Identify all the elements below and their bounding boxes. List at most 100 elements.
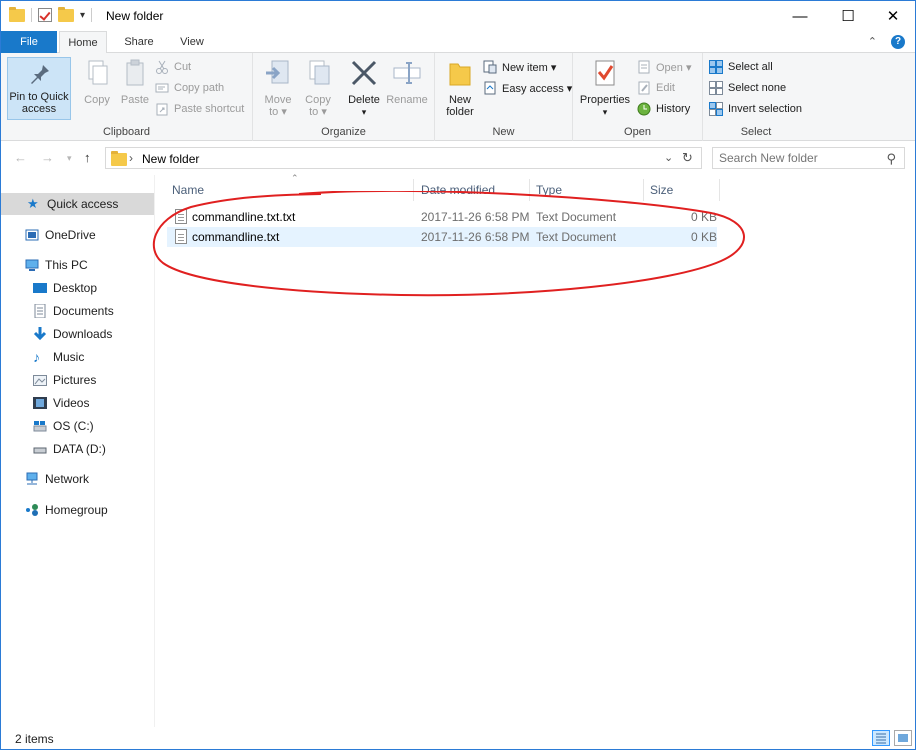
details-view-button[interactable] xyxy=(872,730,890,746)
history-button[interactable]: History xyxy=(637,99,690,119)
copy-to-button[interactable]: Copy to ▾ xyxy=(295,57,341,118)
ribbon: Pin to Quick access Copy Paste Cut Copy … xyxy=(1,53,915,141)
quick-access-toolbar: ▾ xyxy=(9,6,93,22)
address-dropdown-icon[interactable]: ⌄ xyxy=(664,151,673,164)
new-group: New folder New item ▾ Easy access ▾ New xyxy=(435,53,573,141)
help-icon[interactable]: ? xyxy=(891,35,905,49)
nav-music-label: Music xyxy=(53,350,85,364)
address-bar[interactable]: › New folder ⌄ ↻ xyxy=(105,147,702,169)
rename-label: Rename xyxy=(386,94,428,106)
edit-button[interactable]: Edit xyxy=(637,78,675,98)
organize-group-label: Organize xyxy=(321,126,366,138)
move-to-icon xyxy=(262,57,294,89)
file-name: commandline.txt xyxy=(192,230,280,244)
invert-selection-button[interactable]: Invert selection xyxy=(709,99,802,119)
close-button[interactable]: ✕ xyxy=(870,1,916,31)
paste-shortcut-button[interactable]: Paste shortcut xyxy=(155,99,244,119)
organize-group: Move to ▾ Copy to ▾ Delete ▾ Rename Orga… xyxy=(253,53,435,141)
clipboard-group: Pin to Quick access Copy Paste Cut Copy … xyxy=(1,53,253,141)
cut-label: Cut xyxy=(174,61,192,73)
invert-selection-icon xyxy=(709,102,723,116)
tab-view[interactable]: View xyxy=(169,31,215,53)
tab-file[interactable]: File xyxy=(1,31,57,53)
properties-icon xyxy=(589,57,621,89)
nav-quick-access[interactable]: ★ Quick access xyxy=(1,193,154,215)
breadcrumb-new-folder[interactable]: New folder xyxy=(142,152,199,166)
up-arrow-icon[interactable]: ↑ xyxy=(84,150,91,165)
rename-button[interactable]: Rename xyxy=(383,57,431,106)
collapse-ribbon-icon[interactable]: ⌃ xyxy=(868,35,877,49)
new-group-label: New xyxy=(492,126,515,138)
file-size: 0 KB xyxy=(691,230,718,244)
select-group: Select all Select none Invert selection … xyxy=(703,53,809,141)
clipboard-group-label: Clipboard xyxy=(102,126,151,138)
select-all-label: Select all xyxy=(728,61,773,73)
history-icon xyxy=(637,102,651,116)
nav-onedrive[interactable]: OneDrive xyxy=(1,224,154,246)
maximize-button[interactable]: ☐ xyxy=(825,1,871,31)
nav-network[interactable]: Network xyxy=(1,468,154,490)
pin-to-quick-access-button[interactable]: Pin to Quick access xyxy=(7,57,71,120)
toolbar-separator xyxy=(31,8,32,22)
nav-pictures[interactable]: Pictures xyxy=(1,369,154,391)
column-header-name[interactable]: Name xyxy=(166,179,414,201)
file-size: 0 KB xyxy=(691,210,718,224)
easy-access-button[interactable]: Easy access ▾ xyxy=(483,78,572,98)
back-arrow-icon[interactable]: ← xyxy=(14,150,27,165)
properties-button[interactable]: Properties ▾ xyxy=(575,57,635,118)
pin-icon xyxy=(23,62,55,88)
cut-button[interactable]: Cut xyxy=(155,57,191,77)
minimize-button[interactable]: — xyxy=(777,1,823,31)
nav-data-d[interactable]: DATA (D:) xyxy=(1,438,154,460)
delete-x-icon xyxy=(348,57,380,89)
nav-downloads[interactable]: Downloads xyxy=(1,323,154,345)
column-header-date[interactable]: Date modified xyxy=(415,179,530,201)
properties-check-icon[interactable] xyxy=(38,8,52,22)
select-none-button[interactable]: Select none xyxy=(709,78,786,98)
nav-music[interactable]: ♪ Music xyxy=(1,346,154,368)
nav-documents[interactable]: Documents xyxy=(1,300,154,322)
nav-quick-access-label: Quick access xyxy=(47,197,119,211)
breadcrumb-chevron-icon[interactable]: › xyxy=(129,151,133,165)
column-header-type[interactable]: Type xyxy=(530,179,644,201)
address-folder-icon xyxy=(111,151,127,166)
paste-shortcut-icon xyxy=(155,102,169,116)
copy-to-line1: Copy xyxy=(305,94,331,106)
nav-desktop[interactable]: Desktop xyxy=(1,277,154,299)
open-label: Open ▾ xyxy=(656,61,692,74)
text-file-icon xyxy=(175,229,187,244)
tab-home[interactable]: Home xyxy=(59,31,107,54)
nav-os-c-label: OS (C:) xyxy=(53,419,94,433)
history-label: History xyxy=(656,103,691,115)
tab-share[interactable]: Share xyxy=(115,31,163,53)
delete-button[interactable]: Delete ▾ xyxy=(341,57,387,118)
search-input[interactable] xyxy=(719,151,879,165)
copy-path-icon xyxy=(155,81,169,95)
nav-os-c[interactable]: OS (C:) xyxy=(1,415,154,437)
select-all-button[interactable]: Select all xyxy=(709,57,773,77)
customize-toolbar-arrow-icon[interactable]: ▾ xyxy=(80,10,85,21)
new-item-button[interactable]: New item ▾ xyxy=(483,57,556,77)
nav-homegroup[interactable]: Homegroup xyxy=(1,499,154,521)
file-type: Text Document xyxy=(536,230,617,244)
nav-this-pc[interactable]: This PC xyxy=(1,254,154,276)
new-folder-quick-icon[interactable] xyxy=(58,6,74,22)
new-item-icon xyxy=(483,60,497,74)
music-icon: ♪ xyxy=(33,349,40,365)
file-row[interactable]: commandline.txt 2017-11-26 6:58 PM Text … xyxy=(167,227,717,247)
recent-locations-icon[interactable]: ▾ xyxy=(67,153,72,164)
file-date-modified: 2017-11-26 6:58 PM xyxy=(421,230,530,244)
copy-path-button[interactable]: Copy path xyxy=(155,78,224,98)
new-folder-button[interactable]: New folder xyxy=(437,57,483,118)
file-row[interactable]: commandline.txt.txt 2017-11-26 6:58 PM T… xyxy=(167,207,717,227)
refresh-icon[interactable]: ↻ xyxy=(682,150,693,166)
nav-videos[interactable]: Videos xyxy=(1,392,154,414)
large-icons-view-icon xyxy=(898,734,908,742)
toolbar-separator xyxy=(91,8,93,22)
open-button[interactable]: Open ▾ xyxy=(637,57,692,77)
large-icons-view-button[interactable] xyxy=(894,730,912,746)
file-date-modified: 2017-11-26 6:58 PM xyxy=(421,210,530,224)
forward-arrow-icon[interactable]: → xyxy=(41,150,54,165)
column-header-size[interactable]: Size xyxy=(644,179,720,201)
search-box[interactable]: ⚲ xyxy=(712,147,905,169)
